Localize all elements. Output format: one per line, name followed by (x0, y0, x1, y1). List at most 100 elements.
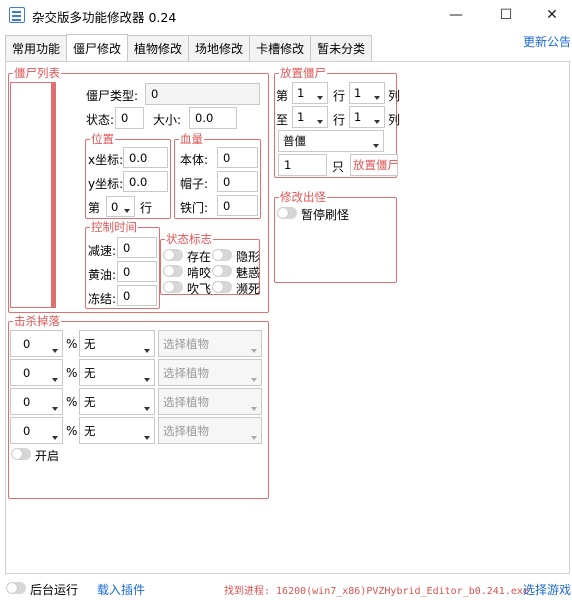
maximize-button[interactable]: ☐ (486, 0, 526, 30)
hat-health-field[interactable]: 0 (217, 171, 258, 192)
select-game-link[interactable]: 选择游戏 (523, 581, 571, 598)
percent-sign-4: % (66, 424, 78, 438)
zombie-size-field[interactable]: 0.0 (189, 107, 237, 129)
drop-plant-value-1: 选择植物 (163, 336, 209, 351)
drop-percent-select-1[interactable]: 0 (10, 330, 63, 357)
drop-type-select-1[interactable]: 无 (79, 330, 155, 357)
place-row-from-select[interactable]: 1 (292, 82, 328, 104)
place-row2-prefix: 至 (276, 113, 289, 127)
body-health-field[interactable]: 0 (217, 147, 258, 168)
place-row-to-select[interactable]: 1 (292, 106, 328, 128)
load-plugin-link[interactable]: 载入插件 (97, 581, 145, 598)
place-col-from-select[interactable]: 1 (349, 82, 385, 104)
flag-bite-toggle[interactable] (163, 265, 183, 277)
drop-percent-value-1: 0 (23, 336, 31, 351)
place-row1-prefix: 第 (276, 89, 289, 103)
flag-invisible-toggle[interactable] (212, 249, 232, 261)
tab-plant[interactable]: 植物修改 (127, 35, 190, 61)
drop-plant-select-1[interactable]: 选择植物 (158, 330, 262, 357)
chevron-down-icon (124, 209, 130, 213)
chevron-down-icon (251, 378, 257, 382)
drop-percent-value-2: 0 (23, 365, 31, 380)
zombie-list-title: 僵尸列表 (13, 66, 61, 80)
drop-type-value-4: 无 (84, 423, 96, 438)
tab-common[interactable]: 常用功能 (5, 35, 68, 61)
tab-slot[interactable]: 卡槽修改 (249, 35, 312, 61)
chevron-down-icon (317, 120, 323, 124)
x-coord-field[interactable]: 0.0 (123, 147, 168, 168)
background-run-toggle[interactable] (6, 582, 26, 594)
slow-field[interactable]: 0 (117, 237, 157, 258)
background-run-label: 后台运行 (30, 583, 79, 597)
y-coord-field[interactable]: 0.0 (123, 171, 168, 192)
zombie-type-field[interactable]: 0 (145, 83, 260, 105)
flag-charm-label: 魅惑 (236, 266, 261, 280)
flag-dying-toggle[interactable] (212, 281, 232, 293)
place-zombie-button[interactable]: 放置僵尸 (350, 154, 398, 176)
health-title: 血量 (179, 132, 204, 146)
place-row2-suffix: 列 (388, 113, 401, 127)
flag-charm-toggle[interactable] (212, 265, 232, 277)
freeze-label: 冻结: (88, 292, 117, 306)
drop-plant-select-4[interactable]: 选择植物 (158, 417, 262, 444)
chevron-down-icon (52, 349, 58, 353)
door-health-label: 铁门: (180, 201, 209, 215)
percent-sign-2: % (66, 366, 78, 380)
close-button[interactable]: ✕ (532, 0, 572, 30)
place-col-from-value: 1 (354, 86, 362, 100)
pause-spawn-toggle[interactable] (277, 207, 297, 219)
slow-label: 减速: (88, 244, 117, 258)
place-row-to-value: 1 (297, 110, 305, 124)
zombie-state-label: 状态: (86, 113, 115, 127)
drop-plant-value-2: 选择植物 (163, 365, 209, 380)
chevron-down-icon (251, 436, 257, 440)
zombie-state-field[interactable]: 0 (115, 107, 144, 129)
row-suffix-label: 行 (140, 201, 153, 215)
drop-percent-value-4: 0 (23, 423, 31, 438)
chevron-down-icon (52, 407, 58, 411)
freeze-field[interactable]: 0 (117, 285, 157, 306)
chevron-down-icon (251, 407, 257, 411)
tab-unclassified[interactable]: 暂未分类 (310, 35, 373, 61)
place-row-from-value: 1 (297, 86, 305, 100)
body-health-label: 本体: (180, 153, 209, 167)
chevron-down-icon (317, 96, 323, 100)
drop-plant-select-2[interactable]: 选择植物 (158, 359, 262, 386)
zombie-type-select[interactable]: 普僵 (278, 130, 384, 152)
door-health-field[interactable]: 0 (217, 195, 258, 216)
chevron-down-icon (251, 349, 257, 353)
minimize-button[interactable]: — (436, 0, 476, 30)
drop-type-select-3[interactable]: 无 (79, 388, 155, 415)
pause-spawn-label: 暂停刷怪 (301, 208, 350, 222)
butter-field[interactable]: 0 (117, 261, 157, 282)
drop-percent-select-4[interactable]: 0 (10, 417, 63, 444)
chevron-down-icon (52, 436, 58, 440)
place-col-to-select[interactable]: 1 (349, 106, 385, 128)
drop-type-select-2[interactable]: 无 (79, 359, 155, 386)
flag-invisible-label: 隐形 (236, 250, 261, 264)
drop-type-value-2: 无 (84, 365, 96, 380)
drop-plant-select-3[interactable]: 选择植物 (158, 388, 262, 415)
drop-percent-select-3[interactable]: 0 (10, 388, 63, 415)
window-title: 杂交版多功能修改器 0.24 (32, 10, 177, 25)
tab-zombie[interactable]: 僵尸修改 (66, 34, 129, 61)
place-count-field[interactable]: 1 (278, 154, 327, 176)
drop-type-select-4[interactable]: 无 (79, 417, 155, 444)
zombie-listbox[interactable] (10, 82, 56, 308)
app-icon (9, 7, 25, 23)
flag-blown-toggle[interactable] (163, 281, 183, 293)
drop-plant-value-4: 选择植物 (163, 423, 209, 438)
update-notice-link[interactable]: 更新公告 (523, 33, 571, 50)
place-zombie-title: 放置僵尸 (279, 66, 327, 80)
butter-label: 黄油: (88, 268, 117, 282)
row-select-value: 0 (111, 199, 119, 214)
place-col-to-value: 1 (354, 110, 362, 124)
drop-enable-toggle[interactable] (11, 448, 31, 460)
kill-drop-title: 击杀掉落 (13, 314, 61, 328)
chevron-down-icon (374, 120, 380, 124)
flag-exist-toggle[interactable] (163, 249, 183, 261)
spawn-title: 修改出怪 (279, 190, 327, 204)
row-select[interactable]: 0 (106, 196, 135, 217)
tab-field[interactable]: 场地修改 (188, 35, 251, 61)
drop-percent-select-2[interactable]: 0 (10, 359, 63, 386)
